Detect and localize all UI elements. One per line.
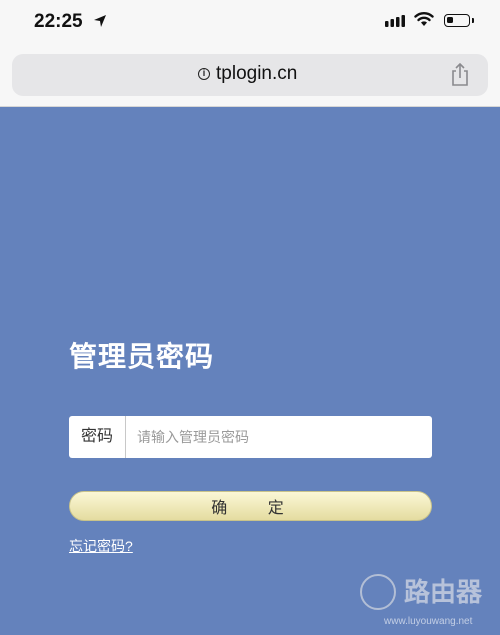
confirm-button[interactable]: 确 定 bbox=[69, 491, 432, 521]
watermark-logo-icon bbox=[360, 574, 396, 610]
wifi-icon bbox=[414, 12, 434, 26]
share-icon[interactable] bbox=[450, 63, 470, 87]
info-icon[interactable]: i bbox=[198, 68, 210, 80]
password-input[interactable] bbox=[127, 417, 442, 457]
status-time: 22:25 bbox=[34, 11, 83, 32]
cellular-signal-icon bbox=[385, 15, 405, 27]
status-bar: 22:25 bbox=[0, 0, 500, 42]
password-field: 密码 bbox=[69, 416, 442, 458]
address-bar[interactable]: i tplogin.cn bbox=[12, 54, 488, 96]
battery-level-fill bbox=[447, 17, 453, 23]
watermark-url: www.luyouwang.net bbox=[384, 616, 473, 627]
password-label: 密码 bbox=[69, 416, 126, 458]
page-title: 管理员密码 bbox=[69, 341, 215, 372]
battery-icon bbox=[444, 14, 470, 27]
location-arrow-icon bbox=[94, 15, 106, 27]
url-text[interactable]: tplogin.cn bbox=[216, 63, 297, 85]
battery-tip bbox=[472, 18, 474, 23]
browser-chrome: 22:25 i tplogin.cn bbox=[0, 0, 500, 107]
watermark: 路由器 www.luyouwang.net bbox=[360, 572, 500, 632]
watermark-name: 路由器 bbox=[404, 577, 483, 607]
forgot-password-link[interactable]: 忘记密码? bbox=[69, 536, 133, 556]
